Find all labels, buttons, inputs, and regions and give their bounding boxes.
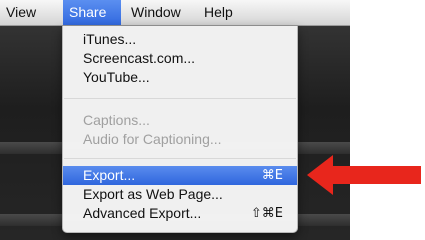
shortcut-label: ⇧⌘E [250, 206, 283, 221]
menu-item-label: Export as Web Page... [83, 186, 223, 202]
menu-item-advanced-export[interactable]: Advanced Export... ⇧⌘E [63, 204, 297, 223]
menu-item-label: Export... [83, 167, 136, 183]
menu-item-label: YouTube... [83, 69, 150, 85]
menu-item-screencast[interactable]: Screencast.com... [63, 49, 297, 68]
menu-item-label: iTunes... [83, 31, 137, 47]
menu-item-audio-for-captioning: Audio for Captioning... [63, 130, 297, 149]
menu-separator [64, 158, 296, 159]
menu-view[interactable]: View [0, 0, 40, 25]
menu-separator [64, 98, 296, 99]
menu-item-label: Screencast.com... [83, 50, 196, 66]
menu-item-label: Audio for Captioning... [83, 131, 222, 147]
menu-item-youtube[interactable]: YouTube... [63, 68, 297, 87]
menu-item-export-web-page[interactable]: Export as Web Page... [63, 185, 297, 204]
menu-help[interactable]: Help [198, 0, 242, 25]
menu-window[interactable]: Window [125, 0, 195, 25]
menu-item-label: Advanced Export... [83, 205, 202, 221]
red-arrow-icon [307, 155, 421, 195]
shortcut-label: ⌘E [261, 168, 283, 183]
menu-item-label: Captions... [83, 112, 150, 128]
menu-item-export[interactable]: Export... ⌘E [63, 166, 297, 185]
menu-share[interactable]: Share [63, 0, 121, 25]
menu-bar: View Share Window Help [0, 0, 350, 26]
menu-item-itunes[interactable]: iTunes... [63, 30, 297, 49]
menu-item-captions: Captions... [63, 111, 297, 130]
share-dropdown-menu: iTunes... Screencast.com... YouTube... C… [62, 26, 298, 233]
